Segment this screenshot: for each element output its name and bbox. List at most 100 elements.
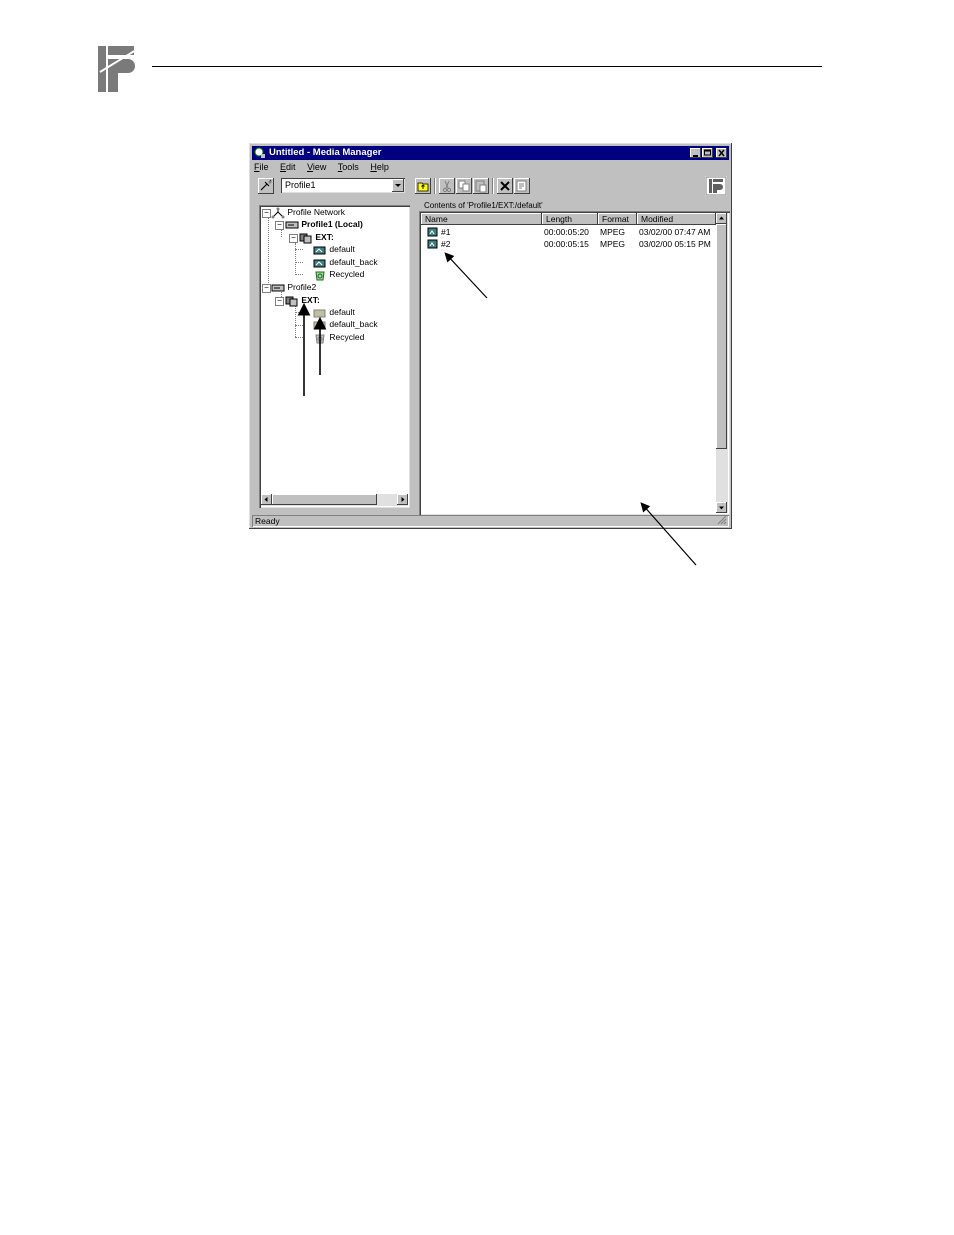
scroll-up-button[interactable] bbox=[716, 213, 727, 224]
collapse-toggle[interactable]: − bbox=[275, 221, 284, 230]
clip-format: MPEG bbox=[600, 227, 626, 237]
volume-icon bbox=[299, 233, 312, 244]
header-rule bbox=[152, 66, 822, 67]
maximize-button[interactable] bbox=[702, 148, 713, 158]
minimize-button[interactable] bbox=[690, 148, 701, 158]
tree-label: Recycled bbox=[329, 332, 365, 342]
close-button[interactable] bbox=[716, 148, 727, 158]
tree-line bbox=[295, 325, 303, 326]
tree-label: Recycled bbox=[329, 269, 365, 279]
scroll-down-button[interactable] bbox=[716, 502, 727, 513]
arrow-up-icon bbox=[719, 216, 724, 220]
tree-root-profile-network[interactable]: Profile Network bbox=[271, 206, 346, 219]
collapse-toggle[interactable]: − bbox=[275, 297, 284, 306]
menu-edit[interactable]: Edit bbox=[280, 162, 296, 172]
title-bar[interactable]: Untitled - Media Manager bbox=[252, 146, 729, 160]
clip-row[interactable]: #2 00:00:05:15 MPEG 03/02/00 05:15 PM bbox=[427, 238, 717, 250]
chevron-down-icon[interactable] bbox=[392, 179, 404, 192]
collapse-toggle[interactable]: − bbox=[262, 209, 271, 218]
tree-node-profile1[interactable]: Profile1 (Local) bbox=[285, 218, 363, 230]
column-header-modified[interactable]: Modified bbox=[637, 213, 716, 225]
clip-icon bbox=[427, 239, 438, 249]
tree-node-profile1-recycled[interactable]: Recycled bbox=[313, 268, 365, 281]
tree-label: Profile Network bbox=[287, 207, 346, 217]
bin-icon bbox=[313, 259, 326, 268]
clip-modified: 03/02/00 05:15 PM bbox=[639, 239, 711, 249]
tree-line bbox=[295, 312, 303, 313]
delete-icon bbox=[500, 181, 510, 191]
tree-pane[interactable]: − Profile Network − Profile1 (Local) − E… bbox=[259, 205, 410, 508]
collapse-toggle[interactable]: − bbox=[289, 234, 298, 243]
cut-button[interactable] bbox=[439, 178, 455, 194]
volume-icon bbox=[285, 296, 298, 307]
collapse-toggle[interactable]: − bbox=[262, 284, 271, 293]
column-header-length[interactable]: Length bbox=[542, 213, 598, 225]
tree-line bbox=[281, 229, 282, 237]
tree-node-profile2-ext[interactable]: EXT: bbox=[285, 294, 320, 307]
media-manager-window: Untitled - Media Manager File Edit View … bbox=[249, 143, 732, 529]
up-folder-icon bbox=[417, 182, 429, 192]
paste-icon bbox=[475, 180, 487, 193]
clip-modified: 03/02/00 07:47 AM bbox=[639, 227, 711, 237]
connect-button[interactable] bbox=[258, 178, 274, 194]
resize-grip-icon[interactable] bbox=[717, 515, 727, 525]
recycle-bin-icon bbox=[315, 271, 325, 281]
clip-name: #2 bbox=[441, 239, 451, 249]
server-icon bbox=[271, 284, 285, 292]
tree-horizontal-scrollbar[interactable] bbox=[261, 494, 408, 506]
tree-line bbox=[295, 337, 303, 338]
clip-length: 00:00:05:20 bbox=[544, 227, 589, 237]
tree-line bbox=[295, 274, 303, 275]
pane-splitter[interactable] bbox=[413, 198, 417, 513]
copy-icon bbox=[458, 180, 470, 192]
clip-format: MPEG bbox=[600, 239, 626, 249]
scroll-thumb[interactable] bbox=[716, 224, 727, 449]
column-header-format[interactable]: Format bbox=[598, 213, 637, 225]
clip-list-pane[interactable]: Name Length Format Modified #1 00:00:05:… bbox=[419, 211, 730, 515]
column-header-name[interactable]: Name bbox=[421, 213, 542, 225]
tree-node-profile2-default[interactable]: default bbox=[313, 306, 355, 318]
tree-label: default bbox=[329, 307, 355, 317]
tree-label: Profile1 (Local) bbox=[301, 219, 363, 229]
app-logo bbox=[705, 176, 727, 196]
scroll-left-button[interactable] bbox=[261, 494, 272, 505]
recycle-bin-icon bbox=[315, 334, 325, 344]
menu-view[interactable]: View bbox=[307, 162, 326, 172]
app-icon bbox=[254, 147, 265, 158]
tree-line bbox=[295, 249, 303, 250]
minimize-icon bbox=[693, 155, 698, 157]
properties-button[interactable] bbox=[514, 178, 530, 194]
up-folder-button[interactable] bbox=[415, 178, 431, 194]
tree-node-profile1-ext[interactable]: EXT: bbox=[299, 231, 334, 244]
tree-line bbox=[295, 262, 303, 263]
logo-icon bbox=[705, 176, 727, 196]
tree-node-profile2-default-back[interactable]: default_back bbox=[313, 318, 378, 330]
tree-line bbox=[295, 305, 296, 337]
tree-node-profile1-default[interactable]: default bbox=[313, 243, 355, 255]
contents-label: Contents of 'Profile1/EXT:/default' bbox=[424, 201, 543, 210]
paste-button[interactable] bbox=[473, 178, 489, 194]
scroll-thumb[interactable] bbox=[272, 494, 377, 505]
delete-button[interactable] bbox=[497, 178, 513, 194]
tree-label: EXT: bbox=[301, 295, 320, 305]
cut-icon bbox=[442, 180, 452, 193]
network-icon bbox=[271, 207, 285, 219]
scroll-right-button[interactable] bbox=[397, 494, 408, 505]
tree-node-profile2[interactable]: Profile2 bbox=[271, 281, 316, 293]
menu-file[interactable]: File bbox=[254, 162, 269, 172]
connect-icon bbox=[260, 179, 272, 191]
toolbar-separator bbox=[492, 178, 493, 194]
tree-node-profile2-recycled[interactable]: Recycled bbox=[313, 331, 365, 344]
menu-help[interactable]: Help bbox=[370, 162, 389, 172]
company-logo bbox=[96, 42, 138, 94]
close-icon bbox=[718, 149, 725, 157]
tree-line bbox=[295, 243, 296, 275]
list-vertical-scrollbar[interactable] bbox=[716, 213, 728, 513]
menu-tools[interactable]: Tools bbox=[338, 162, 359, 172]
status-text: Ready bbox=[255, 516, 280, 526]
tree-node-profile1-default-back[interactable]: default_back bbox=[313, 256, 378, 268]
copy-button[interactable] bbox=[456, 178, 472, 194]
clip-row[interactable]: #1 00:00:05:20 MPEG 03/02/00 07:47 AM bbox=[427, 226, 717, 238]
status-bar: Ready bbox=[252, 515, 729, 527]
machine-select[interactable]: Profile1 bbox=[281, 178, 405, 193]
